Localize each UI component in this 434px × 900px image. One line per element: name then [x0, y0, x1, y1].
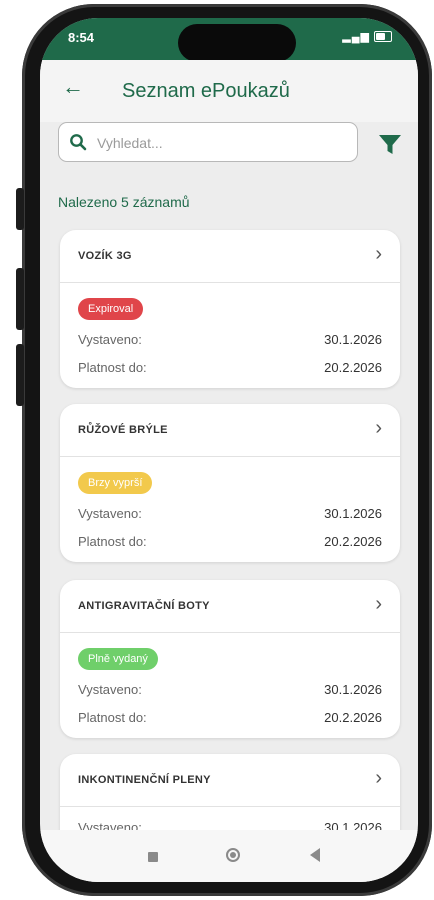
voucher-card[interactable]: RŮŽOVÉ BRÝLE › Brzy vyprší Vystaveno: 30… — [60, 404, 400, 562]
arrow-left-icon[interactable]: ← — [62, 76, 84, 98]
issued-value: 30.1.2026 — [324, 506, 382, 521]
filter-icon[interactable] — [378, 134, 402, 156]
issued-label: Vystaveno: — [78, 682, 142, 697]
page-title: Seznam ePoukazů — [122, 80, 290, 102]
card-header: VOZÍK 3G › — [60, 230, 400, 283]
voucher-name: RŮŽOVÉ BRÝLE — [78, 424, 168, 436]
card-header: RŮŽOVÉ BRÝLE › — [60, 404, 400, 457]
dynamic-island — [178, 24, 296, 62]
screen: 8:54 ▂▄▆ ← Seznam ePoukazů Nalezeno 5 zá… — [40, 18, 418, 882]
search-icon — [70, 134, 87, 151]
valid-until-label: Platnost do: — [78, 360, 147, 375]
chevron-right-icon[interactable]: › — [375, 594, 382, 614]
back-icon[interactable] — [310, 848, 320, 862]
status-time: 8:54 — [68, 30, 95, 45]
issued-row: Vystaveno: 30.1.2026 — [78, 682, 382, 697]
issued-label: Vystaveno: — [78, 332, 142, 347]
battery-icon — [374, 31, 392, 42]
card-header: ANTIGRAVITAČNÍ BOTY › — [60, 580, 400, 633]
valid-until-value: 20.2.2026 — [324, 534, 382, 549]
side-button — [16, 188, 24, 230]
voucher-name: ANTIGRAVITAČNÍ BOTY — [78, 600, 210, 612]
search-box[interactable] — [58, 122, 358, 162]
voucher-card[interactable]: VOZÍK 3G › Expiroval Vystaveno: 30.1.202… — [60, 230, 400, 388]
side-button — [16, 268, 24, 330]
valid-until-label: Platnost do: — [78, 710, 147, 725]
valid-until-row: Platnost do: 20.2.2026 — [78, 710, 382, 725]
issued-value: 30.1.2026 — [324, 682, 382, 697]
valid-until-value: 20.2.2026 — [324, 360, 382, 375]
chevron-right-icon[interactable]: › — [375, 244, 382, 264]
signal-icon: ▂▄▆ — [342, 31, 370, 43]
navigation-bar — [40, 830, 418, 882]
recents-icon[interactable] — [148, 852, 158, 862]
voucher-card[interactable]: ANTIGRAVITAČNÍ BOTY › Plně vydaný Vystav… — [60, 580, 400, 738]
issued-row: Vystaveno: 30.1.2026 — [78, 332, 382, 347]
home-icon[interactable] — [226, 848, 240, 862]
chevron-right-icon[interactable]: › — [375, 768, 382, 788]
voucher-name: INKONTINENČNÍ PLENY — [78, 774, 211, 786]
voucher-name: VOZÍK 3G — [78, 250, 132, 262]
issued-row: Vystaveno: 30.1.2026 — [78, 506, 382, 521]
valid-until-value: 20.2.2026 — [324, 710, 382, 725]
search-input[interactable] — [95, 131, 349, 155]
system-icons: ▂▄▆ — [342, 30, 392, 43]
results-count: Nalezeno 5 záznamů — [58, 194, 190, 210]
chevron-right-icon[interactable]: › — [375, 418, 382, 438]
status-badge: Expiroval — [78, 298, 144, 320]
status-badge: Plně vydaný — [78, 648, 158, 670]
issued-value: 30.1.2026 — [324, 332, 382, 347]
card-header: INKONTINENČNÍ PLENY › — [60, 754, 400, 807]
valid-until-row: Platnost do: 20.2.2026 — [78, 534, 382, 549]
side-button — [16, 344, 24, 406]
valid-until-label: Platnost do: — [78, 534, 147, 549]
valid-until-row: Platnost do: 20.2.2026 — [78, 360, 382, 375]
issued-label: Vystaveno: — [78, 506, 142, 521]
status-badge: Brzy vyprší — [78, 472, 153, 494]
